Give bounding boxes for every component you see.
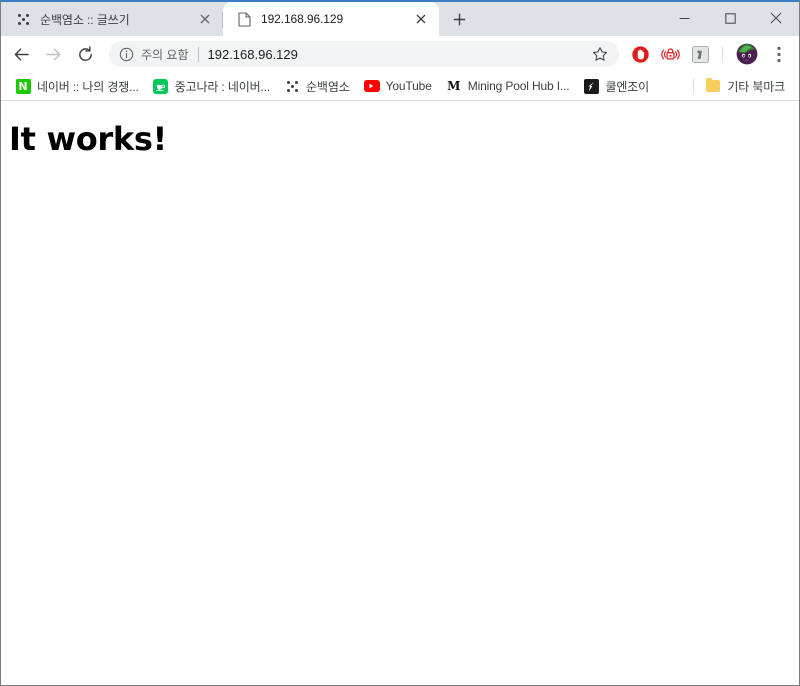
browser-toolbar: 주의 요함 192.168.96.129	[1, 36, 799, 72]
other-bookmarks-folder[interactable]: 기타 북마크	[699, 75, 791, 97]
bookmark-label: 네이버 :: 나의 경쟁...	[37, 79, 139, 94]
url-text[interactable]: 192.168.96.129	[208, 47, 586, 62]
youtube-icon	[363, 78, 380, 94]
page-content: It works!	[1, 101, 799, 685]
bookmark-label: 순백염소	[306, 79, 350, 94]
mph-icon: M	[447, 79, 461, 93]
chrome-menu-button[interactable]	[767, 40, 791, 68]
security-status-text: 주의 요함	[141, 47, 189, 62]
adblock-extension-icon[interactable]	[627, 41, 653, 67]
tab-suncheck-yeomso[interactable]: 순백염소 :: 글쓰기	[1, 2, 223, 36]
tab-title: 순백염소 :: 글쓰기	[40, 12, 130, 27]
dots-favicon	[15, 11, 31, 27]
close-button[interactable]	[753, 2, 799, 34]
naver-icon: N	[15, 78, 31, 94]
avatar[interactable]	[733, 40, 761, 68]
tab-title: 192.168.96.129	[261, 12, 344, 26]
page-icon	[236, 11, 252, 27]
forward-button[interactable]	[39, 40, 67, 68]
other-bookmarks-label: 기타 북마크	[727, 79, 785, 94]
bookmark-label: 쿨엔조이	[605, 79, 650, 94]
bookmark-label: Mining Pool Hub I...	[467, 79, 570, 93]
gray-extension-icon[interactable]	[687, 41, 713, 67]
bookmark-label: 중고나라 : 네이버...	[174, 79, 271, 94]
info-circle-icon[interactable]	[117, 45, 135, 63]
reload-button[interactable]	[71, 40, 99, 68]
minimize-button[interactable]	[661, 2, 707, 34]
close-icon[interactable]	[411, 9, 431, 29]
dots-favicon	[284, 78, 300, 94]
bookmark-sunbaekyeomso[interactable]: 순백염소	[278, 75, 356, 97]
bookmark-joonggonara[interactable]: 중고나라 : 네이버...	[147, 75, 276, 97]
bookmark-coolenjoy[interactable]: 쿨엔조이	[577, 75, 655, 97]
page-title: It works!	[9, 120, 167, 158]
omnibox-divider	[197, 46, 199, 62]
https-everywhere-extension-icon[interactable]	[657, 41, 683, 67]
cafe-icon	[153, 78, 169, 94]
toolbar-divider	[722, 46, 723, 62]
window-controls	[661, 2, 799, 34]
maximize-button[interactable]	[707, 2, 753, 34]
folder-icon	[705, 78, 721, 94]
tab-strip: 순백염소 :: 글쓰기 192.168.96.129	[1, 0, 799, 36]
bookmark-youtube[interactable]: YouTube	[358, 75, 438, 97]
close-icon[interactable]	[195, 9, 215, 29]
bookmark-star-icon[interactable]	[587, 41, 613, 67]
bookmark-naver[interactable]: N 네이버 :: 나의 경쟁...	[9, 75, 145, 97]
bookmark-label: YouTube	[385, 79, 432, 93]
tab-192-168-96-129[interactable]: 192.168.96.129	[223, 2, 439, 36]
bookmark-mining-pool-hub[interactable]: M Mining Pool Hub I...	[440, 75, 576, 97]
browser-window: 순백염소 :: 글쓰기 192.168.96.129 주의 요함 192.168…	[0, 0, 800, 686]
new-tab-button[interactable]	[445, 5, 473, 33]
address-bar[interactable]: 주의 요함 192.168.96.129	[109, 41, 619, 67]
bookmarks-divider	[693, 78, 695, 94]
back-button[interactable]	[7, 40, 35, 68]
coolenjoy-icon	[583, 78, 599, 94]
bookmarks-bar: N 네이버 :: 나의 경쟁... 중고나라 : 네이버... 순백염소 You…	[1, 72, 799, 100]
